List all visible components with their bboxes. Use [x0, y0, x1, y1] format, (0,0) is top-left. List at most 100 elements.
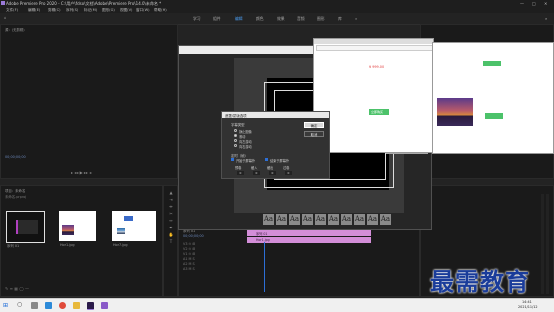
watermark-text: 最需教育 [430, 267, 530, 296]
timeline-clip-v1[interactable]: Hor1.jpg [247, 237, 371, 243]
timeline-timecode: 00;00;00;00 [183, 234, 204, 238]
title-bar: Adobe Premiere Pro 2020 - C:\用户\fdso\文档\… [0, 0, 554, 7]
file-explorer-icon[interactable] [73, 302, 80, 309]
radio-crawl-left[interactable] [234, 139, 237, 142]
track-headers[interactable]: V3 ⊙ ⊞ V2 ⊙ ⊞ V1 ⊙ ⊞ A1 M S A2 M S A3 M S [183, 242, 195, 272]
ease-out-label: 缓出 [267, 166, 274, 170]
project-panel-footer-tools[interactable]: ✎ ≡ ▦ ◯ — [5, 286, 29, 291]
dialog-title: 遮罩/蒙版选项 [225, 113, 247, 118]
search-taskbar-icon[interactable]: ○ [17, 301, 22, 308]
radio-roll[interactable] [234, 134, 237, 137]
start-offscreen-checkbox[interactable] [231, 158, 235, 162]
preroll-field[interactable]: 0 [237, 171, 244, 175]
workspace-audio[interactable]: 音频 [297, 16, 305, 22]
razor-tool-icon[interactable]: ✂ [168, 211, 174, 216]
title-style-swatch[interactable]: Aa [315, 214, 326, 225]
title-type-label: 字幕类型 [231, 123, 245, 127]
browser-tabbar [314, 39, 433, 44]
clip-label: Hor1.jpg [60, 243, 75, 247]
search-icon[interactable]: ⌕ [545, 16, 547, 21]
cancel-button[interactable]: 取消 [304, 131, 324, 137]
end-offscreen-checkbox[interactable] [265, 158, 269, 162]
playhead[interactable] [264, 242, 265, 292]
chrome-icon[interactable] [59, 302, 66, 309]
product-image [437, 98, 473, 126]
hand-tool-icon[interactable]: ✋ [168, 232, 174, 237]
timeline-clip-v2[interactable]: 序列 01 [247, 230, 371, 236]
minimize-button[interactable]: — [520, 1, 524, 6]
workspace-color[interactable]: 颜色 [256, 16, 264, 22]
title-style-swatch[interactable]: Aa [367, 214, 378, 225]
tools-panel: ▲ ⇥ ⇹ ✂ ↔ ✒ ✋ T [163, 185, 178, 297]
app-icon[interactable] [101, 302, 108, 309]
workspace-editing[interactable]: 编辑 [235, 16, 243, 22]
timeline-panel: 序列 01 00;00;00;00 V3 ⊙ ⊞ V2 ⊙ ⊞ V1 ⊙ ⊞ A1 M… [178, 225, 420, 297]
source-transport-controls[interactable]: ▸ ◂◂ ▶ ▸▸ ◂ [71, 170, 91, 175]
taskbar-date: 2021/11/12 [518, 305, 538, 309]
end-offscreen-label: 结束于屏幕外 [270, 159, 290, 163]
postroll-label: 过卷 [283, 166, 290, 170]
title-style-swatch[interactable]: Aa [263, 214, 274, 225]
workspace-graphics[interactable]: 图形 [317, 16, 325, 22]
radio-still[interactable] [234, 129, 237, 132]
home-icon[interactable]: ⌂ [4, 15, 6, 20]
green-button[interactable] [485, 113, 503, 119]
clip-thumbnail-hor7[interactable] [112, 211, 156, 241]
project-panel: 项目：未命名 未命名.prproj 序列 01 Hor1.jpg Hor7.jp… [0, 185, 163, 297]
selection-tool-icon[interactable]: ▲ [168, 190, 174, 195]
buy-button-label: 立即购买 [371, 110, 384, 114]
browser-window-right [432, 42, 554, 154]
radio-crawl-right-label: 向右游动 [239, 144, 252, 149]
roll-crawl-options-dialog: 遮罩/蒙版选项 字幕类型 静止图像 滚动 向左游动 向右游动 定时（帧） 开始于… [221, 111, 330, 179]
address-bar[interactable] [316, 45, 433, 51]
title-style-swatch[interactable]: Aa [328, 214, 339, 225]
ease-in-label: 缓入 [251, 166, 258, 170]
track-select-tool-icon[interactable]: ⇥ [168, 197, 174, 202]
source-monitor-tab[interactable]: 源：(无剪辑) [5, 27, 25, 32]
source-timecode: 00;00;00;00 [5, 155, 26, 159]
clip-name: 序列 01 [256, 231, 268, 236]
close-button[interactable]: ✕ [544, 1, 547, 6]
title-style-swatch[interactable]: Aa [354, 214, 365, 225]
ripple-edit-tool-icon[interactable]: ⇹ [168, 204, 174, 209]
watermark-logo: 最需教育 [430, 262, 548, 296]
workspace-learn[interactable]: 学习 [193, 16, 201, 22]
hor7-image [117, 228, 125, 234]
title-styles-bar: Aa Aa Aa Aa Aa Aa Aa Aa Aa Aa [263, 214, 413, 226]
ok-button[interactable]: 确定 [304, 122, 324, 128]
edge-browser-icon[interactable] [45, 302, 52, 309]
workspace-effects[interactable]: 效果 [277, 16, 285, 22]
browser-window: ¥ 999.00 立即购买 [313, 38, 434, 153]
clip-thumbnail-hor1[interactable] [59, 211, 96, 241]
radio-crawl-right[interactable] [234, 144, 237, 147]
slip-tool-icon[interactable]: ↔ [168, 218, 174, 223]
task-view-icon[interactable] [31, 302, 38, 309]
project-panel-tab[interactable]: 项目：未命名 [5, 188, 25, 193]
ease-out-field[interactable]: 0 [269, 171, 276, 175]
workspace-more-icon[interactable]: » [355, 16, 357, 21]
source-monitor-panel: 源：(无剪辑) 00;00;00;00 ▸ ◂◂ ▶ ▸▸ ◂ [0, 24, 178, 179]
title-style-swatch[interactable]: Aa [276, 214, 287, 225]
title-style-swatch[interactable]: Aa [380, 214, 391, 225]
premiere-pro-icon[interactable] [87, 302, 94, 310]
pen-tool-icon[interactable]: ✒ [168, 225, 174, 230]
hor1-image [62, 225, 74, 235]
product-price: ¥ 999.00 [369, 65, 385, 69]
windows-start-icon[interactable]: ⊞ [3, 302, 8, 309]
title-style-swatch[interactable]: Aa [289, 214, 300, 225]
ease-in-field[interactable]: 0 [253, 171, 260, 175]
workspace-assembly[interactable]: 组件 [213, 16, 221, 22]
title-style-swatch[interactable]: Aa [341, 214, 352, 225]
postroll-field[interactable]: 0 [285, 171, 292, 175]
windows-taskbar: ⊞ ○ 14:41 2021/11/12 [0, 298, 554, 312]
maximize-button[interactable]: □ [532, 1, 536, 6]
preroll-label: 预卷 [235, 166, 242, 170]
clip-thumbnail-sequence[interactable] [6, 211, 45, 243]
dialog-titlebar: 遮罩/蒙版选项 [222, 112, 329, 118]
workspace-libraries[interactable]: 库 [338, 16, 342, 22]
title-style-swatch[interactable]: Aa [302, 214, 313, 225]
type-tool-icon[interactable]: T [168, 239, 174, 244]
clip-label: 序列 01 [7, 244, 20, 248]
project-file-name: 未命名.prproj [5, 195, 27, 199]
buy-button[interactable]: 立即购买 [369, 109, 389, 115]
